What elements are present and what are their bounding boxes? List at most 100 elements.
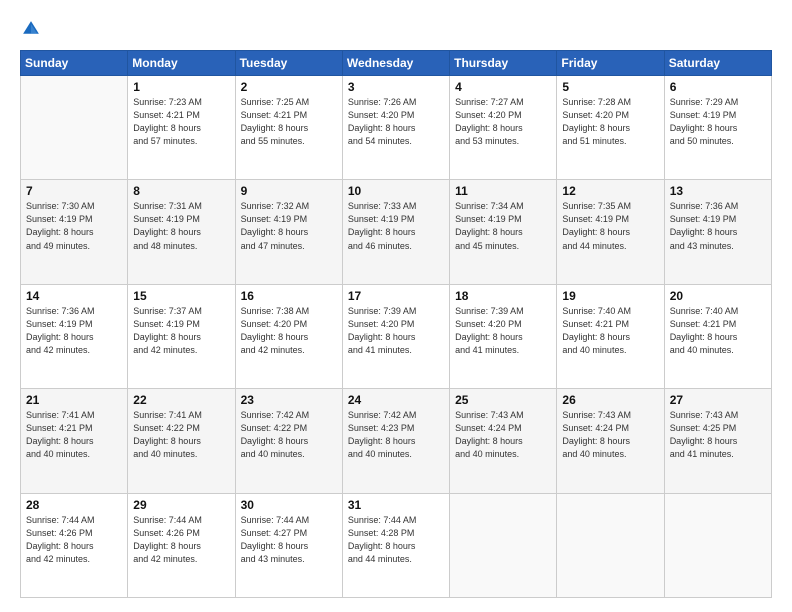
calendar-cell: 28 Sunrise: 7:44 AMSunset: 4:26 PMDayligh… xyxy=(21,493,128,597)
calendar-cell: 2 Sunrise: 7:25 AMSunset: 4:21 PMDaylight… xyxy=(235,76,342,180)
calendar-cell xyxy=(450,493,557,597)
calendar-cell: 12 Sunrise: 7:35 AMSunset: 4:19 PMDayligh… xyxy=(557,180,664,284)
day-info: Sunrise: 7:41 AMSunset: 4:21 PMDaylight:… xyxy=(26,409,122,461)
calendar-cell xyxy=(21,76,128,180)
day-number: 23 xyxy=(241,393,337,407)
day-info: Sunrise: 7:41 AMSunset: 4:22 PMDaylight:… xyxy=(133,409,229,461)
calendar-cell xyxy=(664,493,771,597)
day-number: 24 xyxy=(348,393,444,407)
day-number: 21 xyxy=(26,393,122,407)
calendar-cell: 23 Sunrise: 7:42 AMSunset: 4:22 PMDayligh… xyxy=(235,389,342,493)
day-info: Sunrise: 7:43 AMSunset: 4:24 PMDaylight:… xyxy=(455,409,551,461)
calendar-cell: 22Sunrise: 7:41 AMSunset: 4:22 PMDayligh… xyxy=(128,389,235,493)
day-info: Sunrise: 7:32 AMSunset: 4:19 PMDaylight:… xyxy=(241,200,337,252)
calendar-cell: 21 Sunrise: 7:41 AMSunset: 4:21 PMDayligh… xyxy=(21,389,128,493)
calendar-cell: 26 Sunrise: 7:43 AMSunset: 4:24 PMDayligh… xyxy=(557,389,664,493)
day-number: 9 xyxy=(241,184,337,198)
calendar-cell: 30 Sunrise: 7:44 AMSunset: 4:27 PMDayligh… xyxy=(235,493,342,597)
day-info: Sunrise: 7:27 AMSunset: 4:20 PMDaylight:… xyxy=(455,96,551,148)
day-info: Sunrise: 7:29 AMSunset: 4:19 PMDaylight:… xyxy=(670,96,766,148)
day-number: 17 xyxy=(348,289,444,303)
day-info: Sunrise: 7:40 AMSunset: 4:21 PMDaylight:… xyxy=(562,305,658,357)
day-info: Sunrise: 7:44 AMSunset: 4:26 PMDaylight:… xyxy=(26,514,122,566)
weekday-header-tuesday: Tuesday xyxy=(235,51,342,76)
day-number: 7 xyxy=(26,184,122,198)
calendar-cell: 24 Sunrise: 7:42 AMSunset: 4:23 PMDayligh… xyxy=(342,389,449,493)
day-number: 15 xyxy=(133,289,229,303)
calendar-cell: 13Sunrise: 7:36 AMSunset: 4:19 PMDayligh… xyxy=(664,180,771,284)
calendar-cell: 3 Sunrise: 7:26 AMSunset: 4:20 PMDaylight… xyxy=(342,76,449,180)
day-info: Sunrise: 7:36 AMSunset: 4:19 PMDaylight:… xyxy=(26,305,122,357)
weekday-header-saturday: Saturday xyxy=(664,51,771,76)
week-row-2: 14Sunrise: 7:36 AMSunset: 4:19 PMDayligh… xyxy=(21,284,772,388)
day-info: Sunrise: 7:38 AMSunset: 4:20 PMDaylight:… xyxy=(241,305,337,357)
day-info: Sunrise: 7:42 AMSunset: 4:23 PMDaylight:… xyxy=(348,409,444,461)
day-number: 25 xyxy=(455,393,551,407)
day-number: 16 xyxy=(241,289,337,303)
day-number: 28 xyxy=(26,498,122,512)
calendar-cell: 27 Sunrise: 7:43 AMSunset: 4:25 PMDayligh… xyxy=(664,389,771,493)
calendar-cell: 16 Sunrise: 7:38 AMSunset: 4:20 PMDayligh… xyxy=(235,284,342,388)
day-info: Sunrise: 7:42 AMSunset: 4:22 PMDaylight:… xyxy=(241,409,337,461)
day-info: Sunrise: 7:26 AMSunset: 4:20 PMDaylight:… xyxy=(348,96,444,148)
calendar-cell: 31Sunrise: 7:44 AMSunset: 4:28 PMDayligh… xyxy=(342,493,449,597)
day-info: Sunrise: 7:35 AMSunset: 4:19 PMDaylight:… xyxy=(562,200,658,252)
day-number: 11 xyxy=(455,184,551,198)
day-number: 19 xyxy=(562,289,658,303)
calendar-cell: 15 Sunrise: 7:37 AMSunset: 4:19 PMDayligh… xyxy=(128,284,235,388)
day-info: Sunrise: 7:31 AMSunset: 4:19 PMDaylight:… xyxy=(133,200,229,252)
calendar-cell: 14Sunrise: 7:36 AMSunset: 4:19 PMDayligh… xyxy=(21,284,128,388)
day-number: 26 xyxy=(562,393,658,407)
day-number: 18 xyxy=(455,289,551,303)
weekday-header-sunday: Sunday xyxy=(21,51,128,76)
day-number: 6 xyxy=(670,80,766,94)
day-number: 20 xyxy=(670,289,766,303)
calendar-cell: 1 Sunrise: 7:23 AMSunset: 4:21 PMDaylight… xyxy=(128,76,235,180)
week-row-4: 28 Sunrise: 7:44 AMSunset: 4:26 PMDayligh… xyxy=(21,493,772,597)
day-number: 1 xyxy=(133,80,229,94)
day-number: 29 xyxy=(133,498,229,512)
day-number: 10 xyxy=(348,184,444,198)
logo-icon xyxy=(20,18,42,40)
calendar-cell: 29 Sunrise: 7:44 AMSunset: 4:26 PMDayligh… xyxy=(128,493,235,597)
logo xyxy=(20,18,46,40)
calendar-cell xyxy=(557,493,664,597)
day-number: 13 xyxy=(670,184,766,198)
calendar-cell: 18 Sunrise: 7:39 AMSunset: 4:20 PMDayligh… xyxy=(450,284,557,388)
calendar-cell: 19 Sunrise: 7:40 AMSunset: 4:21 PMDayligh… xyxy=(557,284,664,388)
day-number: 30 xyxy=(241,498,337,512)
day-number: 12 xyxy=(562,184,658,198)
day-number: 5 xyxy=(562,80,658,94)
week-row-1: 7Sunrise: 7:30 AMSunset: 4:19 PMDaylight… xyxy=(21,180,772,284)
day-info: Sunrise: 7:25 AMSunset: 4:21 PMDaylight:… xyxy=(241,96,337,148)
calendar-cell: 20 Sunrise: 7:40 AMSunset: 4:21 PMDayligh… xyxy=(664,284,771,388)
day-info: Sunrise: 7:43 AMSunset: 4:24 PMDaylight:… xyxy=(562,409,658,461)
day-number: 3 xyxy=(348,80,444,94)
weekday-header-wednesday: Wednesday xyxy=(342,51,449,76)
header xyxy=(20,18,772,40)
week-row-3: 21 Sunrise: 7:41 AMSunset: 4:21 PMDayligh… xyxy=(21,389,772,493)
page: SundayMondayTuesdayWednesdayThursdayFrid… xyxy=(0,0,792,612)
day-info: Sunrise: 7:39 AMSunset: 4:20 PMDaylight:… xyxy=(348,305,444,357)
day-info: Sunrise: 7:37 AMSunset: 4:19 PMDaylight:… xyxy=(133,305,229,357)
day-info: Sunrise: 7:44 AMSunset: 4:26 PMDaylight:… xyxy=(133,514,229,566)
calendar-cell: 8 Sunrise: 7:31 AMSunset: 4:19 PMDaylight… xyxy=(128,180,235,284)
weekday-header-row: SundayMondayTuesdayWednesdayThursdayFrid… xyxy=(21,51,772,76)
day-info: Sunrise: 7:44 AMSunset: 4:28 PMDaylight:… xyxy=(348,514,444,566)
day-number: 8 xyxy=(133,184,229,198)
day-info: Sunrise: 7:33 AMSunset: 4:19 PMDaylight:… xyxy=(348,200,444,252)
day-info: Sunrise: 7:40 AMSunset: 4:21 PMDaylight:… xyxy=(670,305,766,357)
calendar-cell: 5Sunrise: 7:28 AMSunset: 4:20 PMDaylight… xyxy=(557,76,664,180)
day-info: Sunrise: 7:43 AMSunset: 4:25 PMDaylight:… xyxy=(670,409,766,461)
day-info: Sunrise: 7:23 AMSunset: 4:21 PMDaylight:… xyxy=(133,96,229,148)
day-number: 2 xyxy=(241,80,337,94)
calendar-cell: 6 Sunrise: 7:29 AMSunset: 4:19 PMDaylight… xyxy=(664,76,771,180)
weekday-header-friday: Friday xyxy=(557,51,664,76)
week-row-0: 1 Sunrise: 7:23 AMSunset: 4:21 PMDaylight… xyxy=(21,76,772,180)
day-number: 27 xyxy=(670,393,766,407)
day-info: Sunrise: 7:39 AMSunset: 4:20 PMDaylight:… xyxy=(455,305,551,357)
day-info: Sunrise: 7:44 AMSunset: 4:27 PMDaylight:… xyxy=(241,514,337,566)
weekday-header-monday: Monday xyxy=(128,51,235,76)
day-number: 4 xyxy=(455,80,551,94)
calendar-cell: 4 Sunrise: 7:27 AMSunset: 4:20 PMDaylight… xyxy=(450,76,557,180)
